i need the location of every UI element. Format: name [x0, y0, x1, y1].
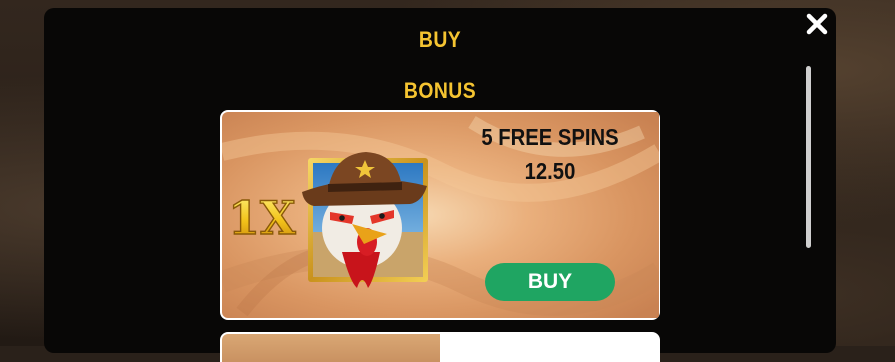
- svg-text:1X: 1X: [228, 191, 296, 245]
- section-title-bonus: BONUS: [403, 78, 477, 103]
- modal-title: BUY: [418, 27, 462, 52]
- close-button[interactable]: [802, 9, 832, 39]
- free-spins-label: 5 FREE SPINS: [481, 124, 619, 150]
- modal-scrollbar[interactable]: [806, 66, 811, 248]
- close-icon: [806, 13, 828, 35]
- next-offer-image: [222, 334, 440, 362]
- next-offer-card: [220, 332, 660, 362]
- buy-button[interactable]: BUY: [485, 263, 615, 301]
- offer-price: 12.50: [524, 158, 576, 184]
